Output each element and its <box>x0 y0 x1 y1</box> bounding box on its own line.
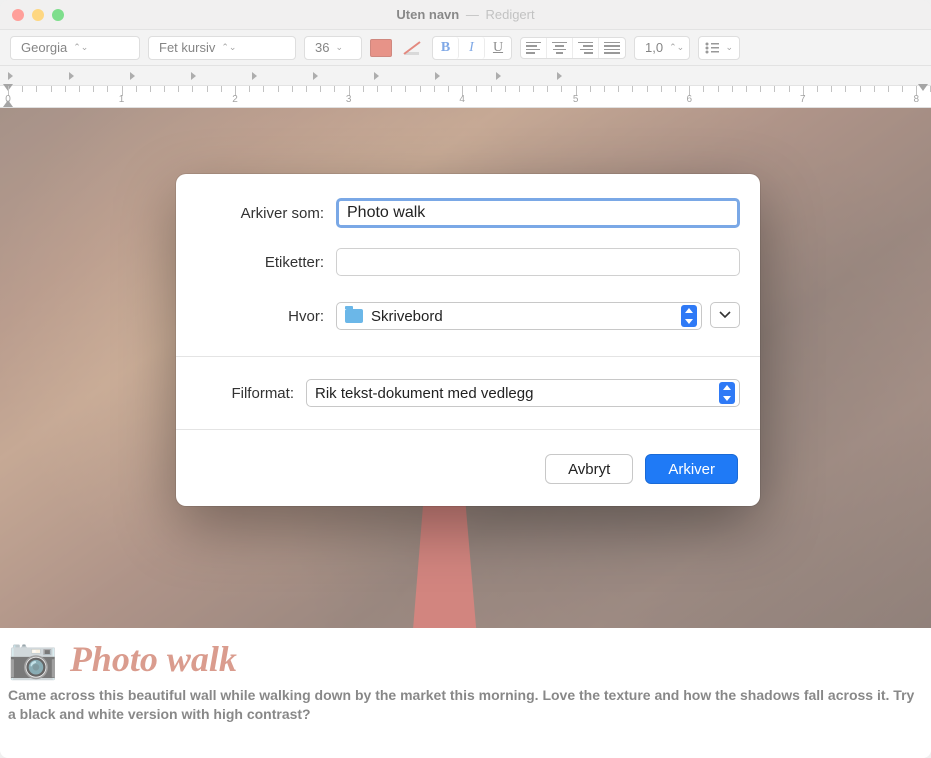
list-icon <box>705 42 719 54</box>
align-center-button[interactable] <box>547 38 573 58</box>
separator <box>176 429 760 430</box>
alignment-group <box>520 37 626 59</box>
dialog-actions: Avbryt Arkiver <box>176 438 760 506</box>
where-label: Hvor: <box>196 308 336 325</box>
cancel-button[interactable]: Avbryt <box>545 454 633 484</box>
camera-emoji-icon: 📷 <box>8 639 58 679</box>
align-right-button[interactable] <box>573 38 599 58</box>
save-as-label: Arkiver som: <box>196 205 336 222</box>
folder-icon <box>345 309 363 323</box>
window-controls <box>0 9 64 21</box>
chevron-down-icon: ⌄ <box>335 42 343 53</box>
chevron-down-icon <box>719 311 731 319</box>
font-size-dropdown[interactable]: 36 ⌄ <box>304 36 362 60</box>
italic-button[interactable]: I <box>459 37 485 59</box>
expand-dialog-button[interactable] <box>710 302 740 328</box>
underline-button[interactable]: U <box>485 37 511 59</box>
text-color-swatch[interactable] <box>370 39 392 57</box>
file-format-label: Filformat: <box>196 385 306 402</box>
chevron-down-icon: ⌄ <box>725 42 733 53</box>
right-indent-marker[interactable] <box>918 84 928 91</box>
align-justify-button[interactable] <box>599 38 625 58</box>
chevron-updown-icon: ⌃⌄ <box>669 42 684 53</box>
minimize-window-button[interactable] <box>32 9 44 21</box>
titlebar: Uten navn — Redigert <box>0 0 931 30</box>
chevron-updown-icon: ⌃⌄ <box>221 42 236 53</box>
stepper-icon <box>719 382 735 404</box>
tab-stop-icon <box>252 72 257 80</box>
formatting-toolbar: Georgia ⌃⌄ Fet kursiv ⌃⌄ 36 ⌄ B I U 1,0 <box>0 30 931 66</box>
chevron-updown-icon: ⌃⌄ <box>73 42 88 53</box>
line-spacing-dropdown[interactable]: 1,0 ⌃⌄ <box>634 36 690 60</box>
app-window: Uten navn — Redigert Georgia ⌃⌄ Fet kurs… <box>0 0 931 758</box>
horizontal-ruler[interactable]: 012345678 <box>0 86 931 108</box>
tab-stop-icon <box>374 72 379 80</box>
tab-stops-strip[interactable] <box>0 66 931 86</box>
zoom-window-button[interactable] <box>52 9 64 21</box>
tags-label: Etiketter: <box>196 254 336 271</box>
tab-stop-icon <box>69 72 74 80</box>
tab-stop-icon <box>435 72 440 80</box>
tab-stop-icon <box>8 72 13 80</box>
tab-stop-icon <box>191 72 196 80</box>
document-body-text[interactable]: Came across this beautiful wall while wa… <box>0 684 931 726</box>
tab-stop-icon <box>557 72 562 80</box>
tags-input[interactable] <box>336 248 740 276</box>
stepper-icon <box>681 305 697 327</box>
where-location-dropdown[interactable]: Skrivebord <box>336 302 702 330</box>
align-left-button[interactable] <box>521 38 547 58</box>
window-title: Uten navn — Redigert <box>0 7 931 22</box>
tab-stop-icon <box>496 72 501 80</box>
document-title[interactable]: Photo walk <box>70 638 237 680</box>
text-style-group: B I U <box>432 36 512 60</box>
save-button[interactable]: Arkiver <box>645 454 738 484</box>
font-family-dropdown[interactable]: Georgia ⌃⌄ <box>10 36 140 60</box>
list-style-dropdown[interactable]: ⌄ <box>698 36 740 60</box>
tab-stop-icon <box>313 72 318 80</box>
close-window-button[interactable] <box>12 9 24 21</box>
tab-stop-icon <box>130 72 135 80</box>
save-dialog: Arkiver som: Etiketter: Hvor: Skrivebord <box>176 174 760 506</box>
document-status: Redigert <box>485 7 534 22</box>
save-as-input[interactable] <box>336 198 740 228</box>
document-heading-row: 📷 Photo walk <box>0 628 931 684</box>
strikethrough-color-icon[interactable] <box>400 38 424 58</box>
file-format-dropdown[interactable]: Rik tekst-dokument med vedlegg <box>306 379 740 407</box>
font-style-dropdown[interactable]: Fet kursiv ⌃⌄ <box>148 36 296 60</box>
separator <box>176 356 760 357</box>
document-name: Uten navn <box>396 7 459 22</box>
bold-button[interactable]: B <box>433 37 459 59</box>
